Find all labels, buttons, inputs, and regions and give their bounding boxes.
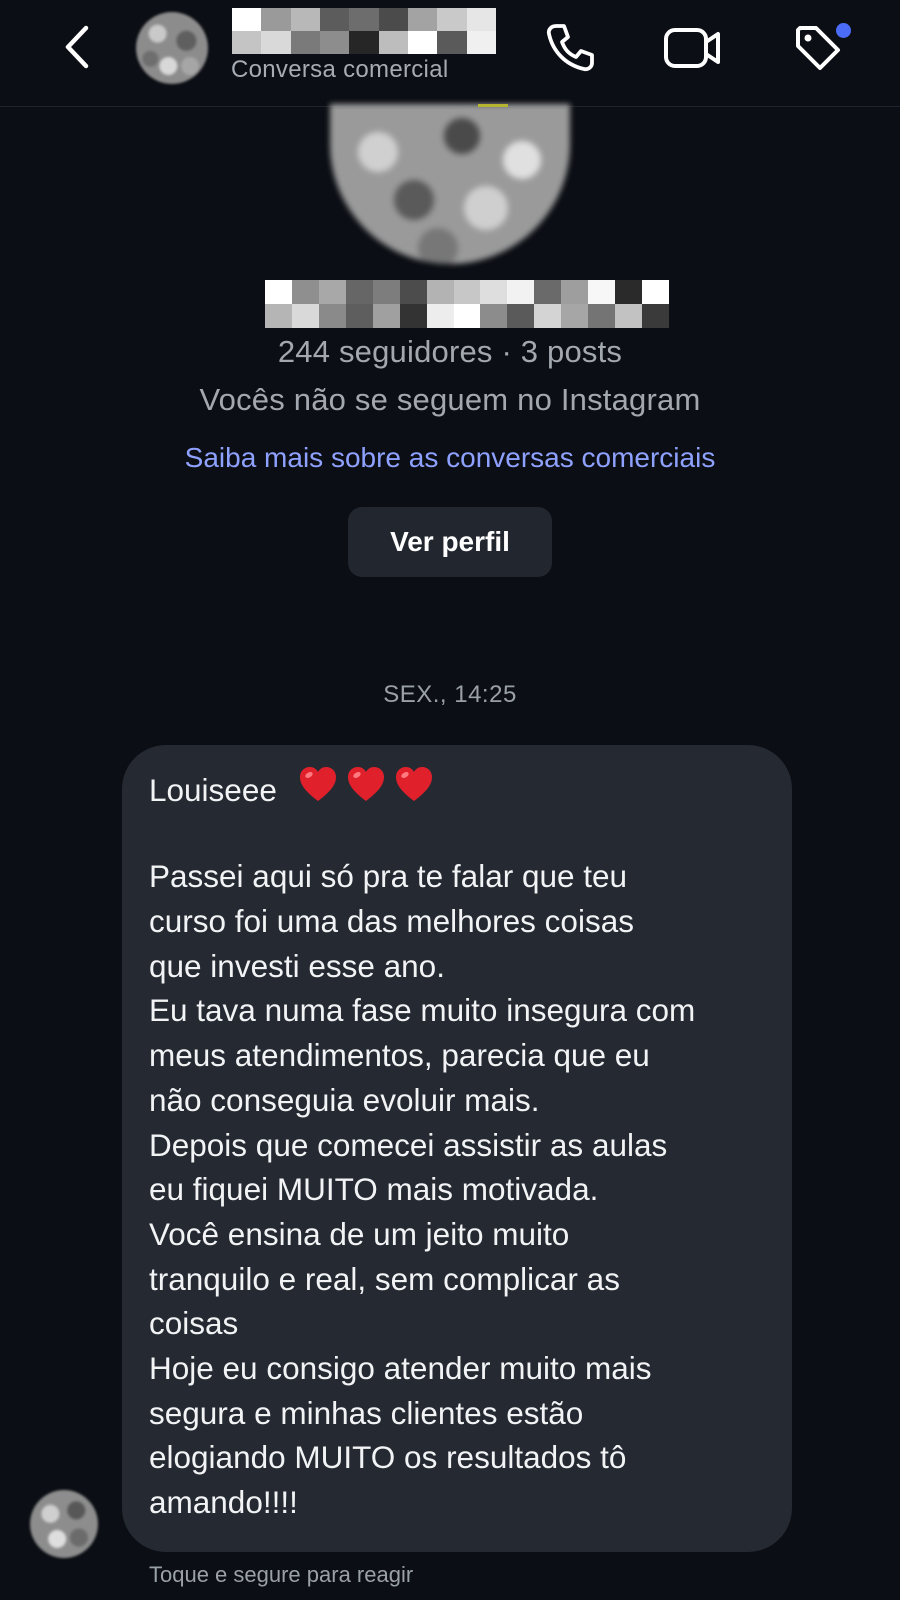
message-timestamp: SEX., 14:25 xyxy=(383,681,517,708)
sender-avatar[interactable] xyxy=(30,1490,98,1558)
back-button[interactable] xyxy=(58,22,98,72)
chevron-left-icon xyxy=(65,25,89,69)
phone-icon xyxy=(546,24,594,72)
message-line: elogiando MUITO os resultados tô xyxy=(149,1439,627,1476)
message-line: Você ensina de um jeito muito xyxy=(149,1215,570,1252)
message-line: Depois que comecei assistir as aulas xyxy=(149,1126,668,1163)
message-bubble[interactable]: Louiseee Passei aqui só pra te falar que… xyxy=(122,745,792,1552)
profile-picture-accent xyxy=(478,104,508,107)
red-heart-icon xyxy=(347,767,384,801)
message-line: Louiseee xyxy=(149,765,766,810)
profile-stats: 244 seguidores · 3 posts xyxy=(277,334,623,369)
message-line-blank xyxy=(149,810,766,855)
message-line: Passei aqui só pra te falar que teu xyxy=(149,858,628,895)
message-line: eu fiquei MUITO mais motivada. xyxy=(149,1171,599,1208)
message-line-text: Louiseee xyxy=(149,772,277,808)
video-camera-icon xyxy=(664,28,720,68)
message-line: coisas xyxy=(149,1305,239,1342)
react-hint: Toque e segure para reagir xyxy=(149,1562,414,1587)
red-heart-icon xyxy=(395,767,432,801)
contact-name-redacted[interactable] xyxy=(232,8,496,54)
conversation-type-label: Conversa comercial xyxy=(231,56,449,83)
learn-more-link[interactable]: Saiba mais sobre as conversas comerciais xyxy=(0,442,900,474)
chat-header: Conversa comercial xyxy=(0,0,900,107)
heart-emojis xyxy=(298,765,442,817)
message-line: amando!!!! xyxy=(149,1484,298,1520)
message-line: Hoje eu consigo atender muito mais xyxy=(149,1349,652,1386)
message-line: não conseguia evoluir mais. xyxy=(149,1081,540,1118)
video-call-button[interactable] xyxy=(662,20,724,76)
message-line: curso foi uma das melhores coisas xyxy=(149,903,634,940)
red-heart-icon xyxy=(299,767,336,801)
view-profile-button[interactable]: Ver perfil xyxy=(348,507,552,577)
notification-dot xyxy=(836,23,851,38)
message-line: meus atendimentos, parecia que eu xyxy=(149,1037,650,1074)
message-line: segura e minhas clientes estão xyxy=(149,1394,584,1431)
message-line: tranquilo e real, sem complicar as xyxy=(149,1260,620,1297)
follow-status: Vocês não se seguem no Instagram xyxy=(199,382,701,417)
profile-name-redacted xyxy=(265,280,669,328)
voice-call-button[interactable] xyxy=(542,20,598,76)
instagram-dm-screen: Conversa comercial 244 seguidores · 3 po… xyxy=(0,0,900,1600)
message-line: Eu tava numa fase muito insegura com xyxy=(149,992,696,1029)
profile-picture[interactable] xyxy=(330,104,570,264)
contact-avatar[interactable] xyxy=(136,12,208,84)
message-line: que investi esse ano. xyxy=(149,947,445,984)
